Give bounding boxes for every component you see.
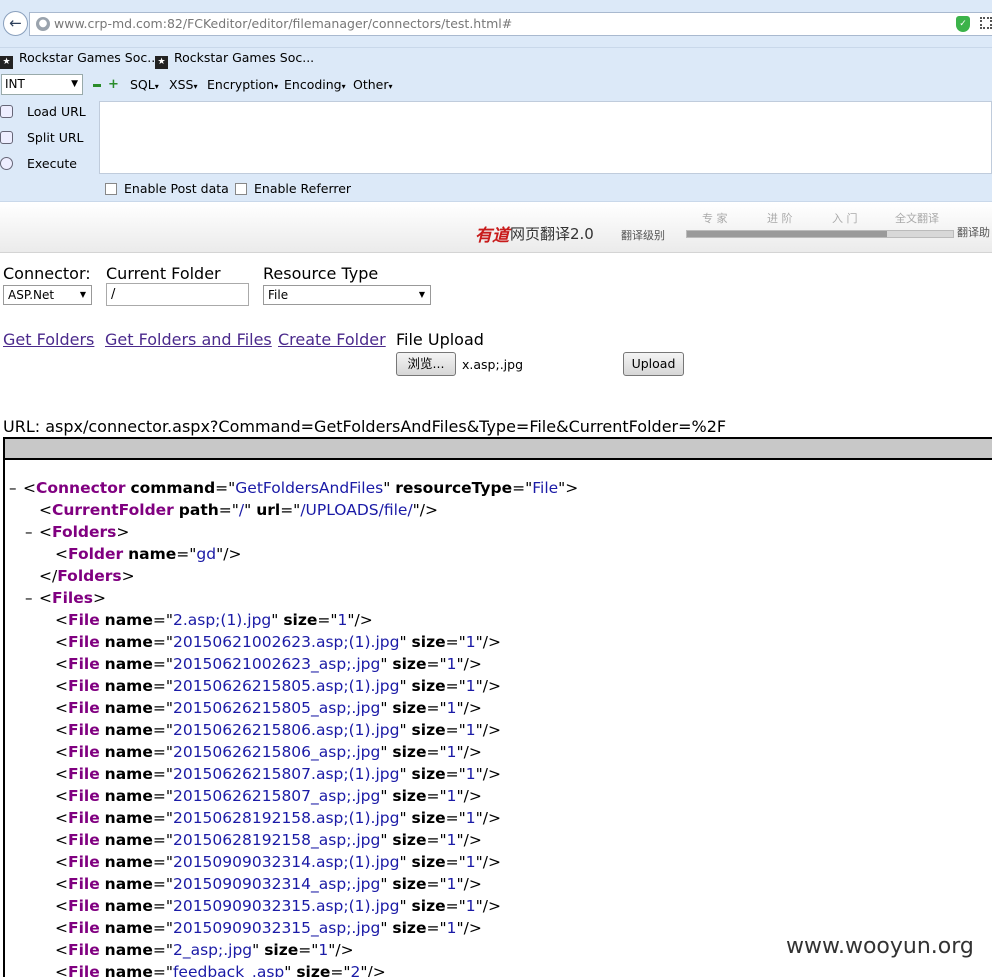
- connector-label: Connector:: [3, 264, 91, 283]
- connector-select[interactable]: ASP.Net ▼: [3, 285, 92, 305]
- xml-folders-open: <Folders>: [39, 523, 130, 541]
- xml-file-line: <File name="20150621002623.asp;(1).jpg" …: [55, 633, 501, 651]
- shield-icon[interactable]: ✓: [956, 16, 970, 32]
- xml-connector-line: <Connector command="GetFoldersAndFiles" …: [23, 479, 579, 497]
- xml-file-line: <File name="20150626215805.asp;(1).jpg" …: [55, 677, 501, 695]
- bookmark-item[interactable]: ★ Rockstar Games Soc...: [155, 48, 314, 70]
- xml-file-line: <File name="20150626215805_asp;.jpg" siz…: [55, 699, 482, 717]
- upload-button[interactable]: Upload: [623, 352, 684, 376]
- plus-icon[interactable]: +: [108, 78, 119, 92]
- xml-file-line: <File name="feedback_.asp" size="2"/>: [55, 963, 386, 977]
- xml-file-line: <File name="20150909032314.asp;(1).jpg" …: [55, 853, 501, 871]
- url-field[interactable]: ● www.crp-md.com:82/FCKeditor/editor/fil…: [29, 12, 992, 36]
- xml-file-line: <File name="20150909032315_asp;.jpg" siz…: [55, 919, 482, 937]
- translate-level-slider[interactable]: [686, 230, 954, 238]
- translate-level-label: 翻译级别: [621, 229, 665, 242]
- dropdown-arrow-icon: ▼: [418, 290, 425, 299]
- execute-button[interactable]: Execute: [0, 153, 77, 175]
- xml-file-line: <File name="20150626215806_asp;.jpg" siz…: [55, 743, 482, 761]
- get-folders-link[interactable]: Get Folders: [3, 330, 94, 349]
- current-folder-input[interactable]: /: [106, 283, 249, 306]
- dropdown-arrow-icon: ▼: [71, 79, 78, 89]
- bookmark-item[interactable]: ★ Rockstar Games Soc...: [0, 48, 159, 70]
- request-url: URL: aspx/connector.aspx?Command=GetFold…: [3, 417, 727, 436]
- hackbar-url-textarea[interactable]: [99, 101, 992, 174]
- xml-file-line: <File name="20150626215806.asp;(1).jpg" …: [55, 721, 501, 739]
- current-folder-label: Current Folder: [106, 264, 221, 283]
- menu-sql[interactable]: SQL▾: [130, 77, 159, 92]
- enable-referrer-checkbox[interactable]: Enable Referrer: [235, 181, 351, 197]
- level-advanced[interactable]: 进 阶: [767, 210, 793, 226]
- collapse-icon[interactable]: –: [9, 477, 17, 499]
- xml-file-line: <File name="2_asp;.jpg" size="1"/>: [55, 941, 354, 959]
- xml-folder-line: <Folder name="gd"/>: [55, 545, 242, 563]
- xml-file-line: <File name="20150626215807.asp;(1).jpg" …: [55, 765, 501, 783]
- xml-response-frame[interactable]: – <Connector command="GetFoldersAndFiles…: [3, 437, 992, 977]
- selected-file-name: x.asp;.jpg: [462, 357, 524, 372]
- menu-encryption[interactable]: Encryption▾: [207, 77, 278, 92]
- globe-icon: ●: [36, 17, 50, 31]
- xml-file-line: <File name="2.asp;(1).jpg" size="1"/>: [55, 611, 373, 629]
- xml-file-line: <File name="20150909032315.asp;(1).jpg" …: [55, 897, 501, 915]
- slider-fill: [687, 231, 887, 237]
- collapse-icon[interactable]: –: [25, 587, 33, 609]
- xml-file-line: <File name="20150628192158_asp;.jpg" siz…: [55, 831, 482, 849]
- minus-icon[interactable]: [93, 84, 101, 87]
- xml-file-line: <File name="20150628192158.asp;(1).jpg" …: [55, 809, 501, 827]
- collapse-icon[interactable]: –: [25, 521, 33, 543]
- youdao-translate-bar: 有道 网页翻译2.0 翻译级别 专 家 进 阶 入 门 全文翻译 翻译助: [0, 203, 992, 253]
- translate-help[interactable]: 翻译助: [957, 224, 990, 240]
- rockstar-icon: ★: [155, 56, 168, 69]
- bookmarks-bar: ★ Rockstar Games Soc... ★ Rockstar Games S…: [0, 48, 992, 70]
- frame-header: [5, 439, 992, 460]
- youdao-logo: 有道: [475, 226, 509, 246]
- back-arrow-icon[interactable]: ←: [3, 11, 28, 36]
- youdao-title: 网页翻译2.0: [510, 225, 594, 243]
- load-url-button[interactable]: Load URL: [0, 101, 86, 123]
- address-bar: ← ● www.crp-md.com:82/FCKeditor/editor/f…: [0, 0, 992, 48]
- load-url-icon: [0, 105, 13, 118]
- level-beginner[interactable]: 入 门: [832, 210, 858, 226]
- enable-post-checkbox[interactable]: Enable Post data: [105, 181, 229, 197]
- checkbox[interactable]: [235, 183, 247, 195]
- checkbox[interactable]: [105, 183, 117, 195]
- hackbar-toolbar: INT ▼ + SQL▾ XSS▾ Encryption▾ Encoding▾ O…: [0, 70, 992, 202]
- scissors-icon: [0, 131, 13, 144]
- level-expert[interactable]: 专 家: [702, 210, 728, 226]
- menu-other[interactable]: Other▾: [353, 77, 393, 92]
- dropdown-arrow-icon: ▼: [79, 290, 86, 299]
- watermark: www.wooyun.org: [786, 934, 974, 959]
- level-full[interactable]: 全文翻译: [895, 210, 939, 226]
- url-text[interactable]: www.crp-md.com:82/FCKeditor/editor/filem…: [54, 16, 512, 31]
- browse-button[interactable]: 浏览...: [396, 352, 456, 376]
- xml-file-line: <File name="20150626215807_asp;.jpg" siz…: [55, 787, 482, 805]
- xml-file-line: <File name="20150621002623_asp;.jpg" siz…: [55, 655, 482, 673]
- xml-current-folder-line: <CurrentFolder path="/" url="/UPLOADS/fi…: [39, 501, 439, 519]
- menu-xss[interactable]: XSS▾: [169, 77, 197, 92]
- xml-file-line: <File name="20150909032314_asp;.jpg" siz…: [55, 875, 482, 893]
- play-icon: [0, 157, 13, 170]
- create-folder-link[interactable]: Create Folder: [278, 330, 386, 349]
- xml-files-open: <Files>: [39, 589, 106, 607]
- get-folders-and-files-link[interactable]: Get Folders and Files: [105, 330, 272, 349]
- xml-folders-close: </Folders>: [39, 567, 135, 585]
- menu-encoding[interactable]: Encoding▾: [284, 77, 346, 92]
- int-select[interactable]: INT ▼: [1, 74, 83, 95]
- qr-code-icon[interactable]: [980, 17, 992, 29]
- file-upload-label: File Upload: [396, 330, 484, 349]
- split-url-button[interactable]: Split URL: [0, 127, 84, 149]
- resource-type-label: Resource Type: [263, 264, 379, 283]
- resource-type-select[interactable]: File ▼: [263, 285, 431, 305]
- rockstar-icon: ★: [0, 56, 13, 69]
